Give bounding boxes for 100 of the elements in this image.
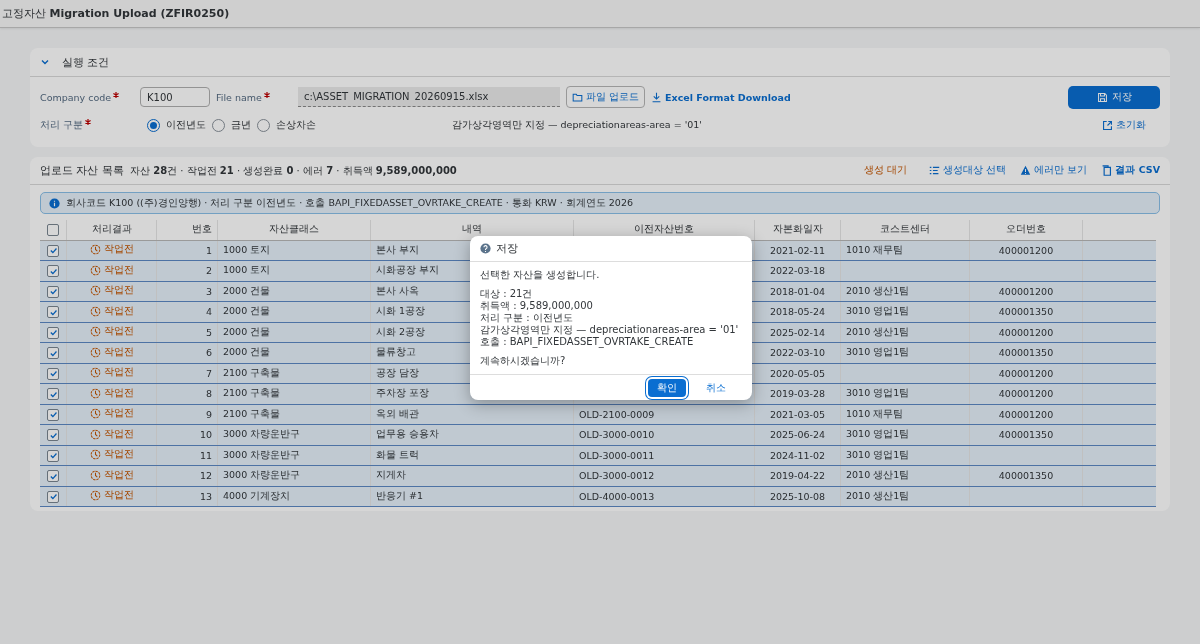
table-cell: 400001200 [998, 367, 1054, 379]
field-label: File name [216, 91, 262, 103]
upload-button[interactable]: 파일 업로드 [566, 86, 646, 108]
table-cell: 2019-03-28 [769, 388, 826, 400]
table-row[interactable]: 작업전 9 2100 구축물 옥외 배관 OLD-2100-0009 2021-03-05 1010 재무팀 400001200 [40, 404, 1156, 425]
row-checkbox[interactable] [47, 470, 59, 482]
table-cell: 2021-02-11 [769, 244, 826, 256]
table-cell: 시화공장 부지 [376, 264, 440, 276]
column-header: 번호 [192, 223, 212, 235]
clock-icon [89, 326, 101, 338]
table-cell: 4000 기계장치 [223, 489, 291, 501]
clock-icon [89, 367, 101, 379]
row-checkbox[interactable] [47, 265, 59, 277]
clock-icon [89, 490, 101, 502]
table-cell: 400001200 [998, 326, 1054, 338]
table-cell: 13 [199, 490, 212, 502]
row-checkbox[interactable] [47, 347, 59, 359]
clock-icon [89, 264, 101, 276]
column-header: 처리결과 [91, 223, 132, 235]
select-all-checkbox[interactable] [47, 224, 59, 236]
download-icon [651, 91, 663, 103]
panel-title: 실행 조건 [62, 54, 110, 70]
table-cell: 2100 구축물 [223, 407, 281, 419]
table-cell: 시화 2공장 [376, 325, 426, 337]
row-checkbox[interactable] [47, 429, 59, 441]
save-button[interactable]: 저장 [1068, 85, 1160, 109]
table-cell: 2020-05-05 [769, 367, 826, 379]
status-text: 생성 대기 [864, 164, 908, 177]
select-link[interactable]: 생성대상 선택 [929, 164, 1007, 177]
clock-icon [89, 244, 101, 256]
table-cell: 3010 영업1팀 [846, 428, 910, 440]
table-cell: 5 [205, 326, 212, 338]
table-row[interactable]: 작업전 11 3000 차량운반구 화물 트럭 OLD-3000-0011 2024-11-02 3010 영업1팀 [40, 445, 1156, 466]
table-cell: 400001350 [998, 347, 1054, 359]
row-checkbox[interactable] [47, 388, 59, 400]
file-name-field[interactable]: c:\ASSET_MIGRATION_20260915.xlsx [298, 87, 560, 107]
status-text: 작업전 [89, 304, 134, 318]
table-cell: OLD-3000-0012 [579, 470, 655, 482]
table-cell: 2025-06-24 [769, 429, 826, 441]
question-icon [480, 243, 491, 254]
column-header: 내역 [462, 223, 482, 235]
table-cell: 9 [205, 408, 212, 420]
row-checkbox[interactable] [47, 306, 59, 318]
table-cell: OLD-3000-0011 [579, 449, 655, 461]
radio-label: 이전년도 [166, 118, 206, 132]
table-row[interactable]: 작업전 12 3000 차량운반구 지게차 OLD-3000-0012 2019-04-22 2010 생산1팀 400001350 [40, 465, 1156, 486]
dialog-text: 취득액 : 9,589,000,000 [480, 300, 594, 312]
dialog-title: 저장 [496, 241, 518, 256]
table-cell: 2000 건물 [223, 325, 271, 337]
table-cell: 2025-10-08 [769, 490, 826, 502]
table-cell: 2018-05-24 [769, 306, 826, 318]
column-header: 자본화일자 [772, 223, 823, 235]
panel-title: 업로드 자산 목록 [40, 163, 124, 178]
table-row[interactable]: 작업전 13 4000 기계장치 반응기 #1 OLD-4000-0013 2025-10-08 2010 생산1팀 [40, 486, 1156, 507]
table-cell: 2010 생산1팀 [846, 325, 910, 337]
row-checkbox[interactable] [47, 326, 59, 339]
table-cell: 4 [205, 306, 212, 318]
table-cell: 2010 생산1팀 [846, 469, 910, 481]
table-cell: 12 [199, 470, 212, 482]
table-cell: 400001200 [998, 285, 1054, 297]
column-header: 자산클래스 [269, 223, 319, 235]
table-cell: 2010 생산1팀 [846, 489, 910, 501]
row-checkbox[interactable] [47, 367, 59, 380]
table-cell: 400001200 [998, 408, 1054, 420]
table-cell: 2000 건물 [223, 305, 271, 317]
row-checkbox[interactable] [47, 490, 59, 503]
status-text: 작업전 [89, 325, 134, 339]
table-cell: 지게차 [376, 469, 406, 481]
status-text: 작업전 [89, 243, 134, 257]
row-checkbox[interactable] [47, 244, 59, 257]
download-link[interactable]: Excel Format Download [651, 91, 791, 103]
table-cell: 공장 담장 [376, 366, 420, 378]
row-checkbox[interactable] [47, 408, 59, 421]
clock-icon [89, 449, 101, 461]
chevron-icon[interactable] [40, 57, 50, 67]
dialog-text: 감가상각영역만 지정 — depreciationareas-area = '01' [480, 324, 740, 336]
status-text: 작업전 [89, 386, 134, 400]
table-cell: 2018-01-04 [769, 285, 826, 297]
company-code-field[interactable]: K100 [140, 87, 210, 107]
table-cell: 400001350 [998, 306, 1054, 318]
warning-icon [1020, 165, 1032, 176]
table-cell: 400001350 [998, 429, 1054, 441]
confirm-button[interactable]: 확인 [648, 378, 686, 397]
status-text: 작업전 [89, 427, 134, 441]
row-checkbox[interactable] [47, 285, 59, 298]
csv-link[interactable]: 결과 CSV [1101, 164, 1160, 177]
table-cell: 업무용 승용차 [376, 428, 440, 440]
copy-icon [1101, 165, 1113, 176]
table-cell: 2000 건물 [223, 346, 271, 358]
table-cell: 400001350 [998, 470, 1054, 482]
table-row[interactable]: 작업전 10 3000 차량운반구 업무용 승용차 OLD-3000-0010 2025-06-24 3010 영업1팀 400001350 [40, 424, 1156, 445]
clock-icon [89, 285, 101, 297]
row-checkbox[interactable] [47, 449, 59, 462]
status-text: 작업전 [89, 284, 134, 298]
table-cell: 2100 구축물 [223, 387, 281, 399]
reset-link[interactable]: 초기화 [1102, 118, 1146, 132]
table-cell: 1000 토지 [223, 243, 271, 255]
list-icon [929, 165, 941, 176]
errors-link[interactable]: 에러만 보기 [1020, 164, 1088, 177]
dialog-text: 처리 구분 : 이전년도 [480, 312, 574, 324]
